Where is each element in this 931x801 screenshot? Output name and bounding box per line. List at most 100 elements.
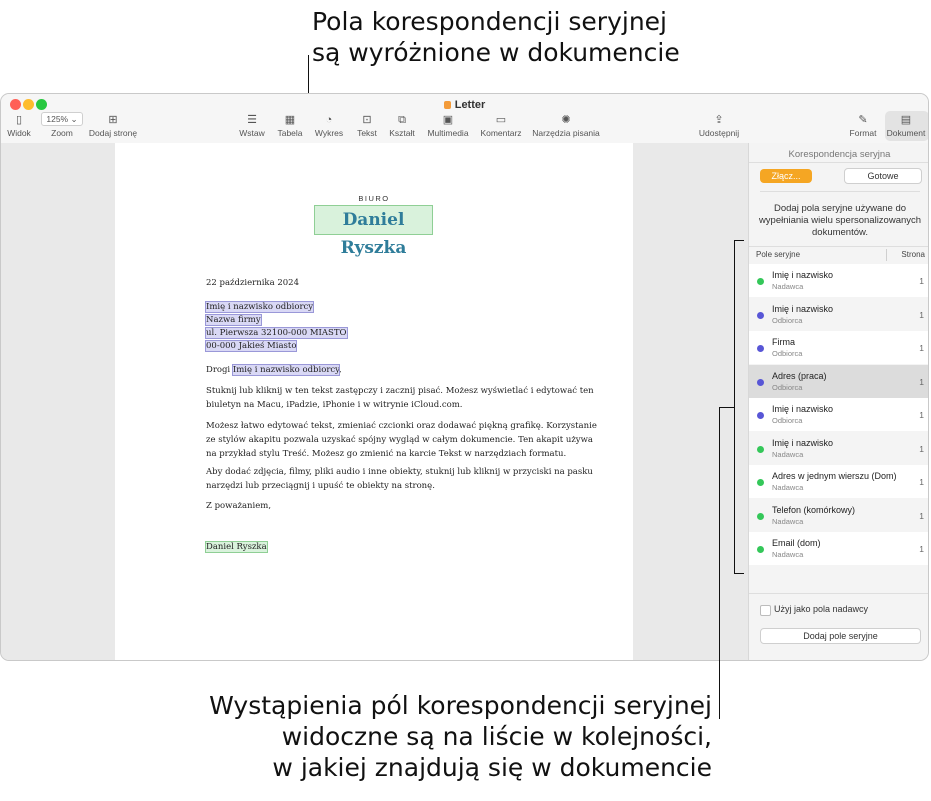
toolbar-writing-tools-label: Narzędzia pisania [532,128,600,138]
recipient-address2-field[interactable]: 00-000 Jakieś Miasto [204,339,298,353]
sidebar-title: Korespondencja seryjna [788,149,891,160]
done-button[interactable]: Gotowe [844,168,922,184]
recipient-address1-text: ul. Pierwsza 32100-000 MIASTO [205,327,348,339]
chart-icon: ◔ [325,114,333,126]
toolbar-comment-button[interactable]: ▭ Komentarz [480,114,521,138]
divider [749,162,928,163]
body-line: Możesz łatwo edytować tekst, zmieniać cz… [206,421,597,431]
merge-field-row[interactable]: Imię i nazwisko Nadawca 1 [749,431,928,465]
field-page: 1 [919,410,924,420]
letter-date: 22 października 2024 [206,278,299,288]
field-type-dot-icon [757,378,764,386]
toolbar-format-button[interactable]: ✎ Format [850,114,877,138]
toolbar-text-button[interactable]: ⊡ Tekst [357,114,377,138]
field-page: 1 [919,443,924,454]
header-page[interactable]: Strona [901,246,925,264]
field-name: Firma [772,337,795,347]
toolbar-table-button[interactable]: ▦ Tabela [277,114,302,138]
format-brush-icon: ✎ [858,114,868,126]
media-icon: ▣ [442,114,454,126]
field-role: Nadawca [772,483,804,492]
writing-tools-icon: ✺ [561,114,571,126]
merge-field-row[interactable]: Imię i nazwisko Odbiorca 1 [749,297,928,331]
toolbar-writing-tools-button[interactable]: ✺ Narzędzia pisania [532,114,600,138]
body-line: narzędzi lub przeciągnij i upuść te obie… [206,481,435,491]
toolbar-shape-button[interactable]: ⧉ Kształt [389,114,415,138]
field-type-dot-icon [757,345,764,352]
toolbar-zoom-label: Zoom [51,128,73,138]
field-type-dot-icon [757,546,764,553]
recipient-address2-text: 00-000 Jakieś Miasto [204,340,298,352]
sender-fields-checkbox[interactable] [760,605,771,616]
sidebar-description: Dodaj pola seryjne używane do wypełniani… [755,203,925,239]
field-role: Nadawca [772,550,804,559]
callout-bottom-line: widoczne są na liście w kolejności, [281,722,712,751]
field-name: Adres w jednym wierszu (Dom) [772,471,897,481]
field-role: Odbiorca [772,315,803,325]
field-page: 1 [919,343,924,353]
field-type-dot-icon [757,479,764,486]
header-field[interactable]: Pole seryjne [756,246,800,264]
field-type-dot-icon [757,512,764,520]
zoom-value: 125% ⌄ [41,112,83,126]
toolbar-view-button[interactable]: ▯ Widok [7,114,31,138]
recipient-name-field[interactable]: Imię i nazwisko odbiorcy [204,300,315,314]
description-line: wypełniania wielu spersonalizowanych [758,215,922,226]
merge-field-row[interactable]: Imię i nazwisko Odbiorca 1 [749,398,928,431]
divider [760,191,920,192]
toolbar-document-button[interactable]: ▤ Dokument [887,114,926,138]
toolbar-zoom-button[interactable]: 125% ⌄ Zoom [41,112,83,138]
toolbar-add-page-button[interactable]: ⊞ Dodaj stronę [89,114,137,138]
document-icon: ▤ [900,114,912,126]
field-name: Imię i nazwisko [772,404,834,414]
merge-field-row[interactable]: Adres w jednym wierszu (Dom) Nadawca 1 [749,465,928,498]
body-line: ze stylów akapitu pozwala uzyskać spójny… [206,435,593,445]
callout-bottom-leader-vertical [719,407,720,719]
sender-name-merge-field[interactable]: Daniel Ryszka [314,205,433,258]
toolbar-chart-button[interactable]: ◔ Wykres [315,114,343,138]
merge-field-row[interactable]: Imię i nazwisko Nadawca 1 [749,264,928,297]
add-merge-field-button[interactable]: Dodaj pole seryjne [760,628,921,644]
document-icon [443,101,451,109]
toolbar-insert-button[interactable]: ☰ Wstaw [239,114,265,138]
signature-field[interactable]: Daniel Ryszka [205,540,268,554]
body-line: Aby dodać zdjęcia, filmy, pliki audio i … [206,467,593,477]
merge-field-row[interactable]: Telefon (komórkowy) Nadawca 1 [749,498,928,532]
insert-icon: ☰ [247,114,257,126]
merge-field-row[interactable]: Adres (praca) Odbiorca 1 [749,364,928,398]
pages-window: Letter ▯ Widok 125% ⌄ Zoom ⊞ Dodaj stronę ☰… [0,93,929,661]
greeting-name-field[interactable]: Imię i nazwisko odbiorcy [231,364,340,376]
divider [749,593,928,594]
merge-button[interactable]: Złącz... [760,169,812,183]
recipient-company-field[interactable]: Nazwa firmy [205,313,262,327]
field-role: Odbiorca [772,382,803,392]
toolbar-chart-label: Wykres [314,128,344,138]
greeting-suffix: , [338,365,342,375]
toolbar-share-button[interactable]: ⇪ Udostępnij [699,114,739,138]
closing: Z poważaniem, [206,501,272,511]
field-role: Odbiorca [772,349,803,358]
field-type-dot-icon [757,311,764,319]
field-name: Imię i nazwisko [772,303,834,314]
window-title: Letter [1,99,928,111]
toolbar-media-label: Multimedia [427,128,469,138]
callout-bottom-line: w jakiej znajdują się w dokumencie [272,753,712,782]
toolbar-comment-label: Komentarz [480,128,522,138]
callout-bottom-line: Wystąpienia pól korespondencji seryjnej [209,691,712,720]
toolbar-table-label: Tabela [277,128,303,138]
signature-text: Daniel Ryszka [205,541,268,553]
callout-top: Pola korespondencji seryjnej są wyróżnio… [312,6,680,68]
toolbar-media-button[interactable]: ▣ Multimedia [427,114,468,138]
callout-bottom-bracket-bottom [734,573,744,574]
field-type-dot-icon [757,278,764,285]
merge-field-row[interactable]: Firma Odbiorca 1 [749,331,928,364]
field-role: Nadawca [772,282,804,291]
document-canvas: BIURO Daniel Ryszka 22 października 2024… [1,143,748,660]
merge-field-row[interactable]: Email (dom) Nadawca 1 [749,532,928,565]
body-line: biuletyn na Macu, iPadzie, iPhonie i w w… [206,400,463,410]
recipient-address1-field[interactable]: ul. Pierwsza 32100-000 MIASTO [205,326,348,340]
field-role: Nadawca [772,449,804,459]
letter-page[interactable]: BIURO Daniel Ryszka 22 października 2024… [115,143,633,660]
body-line: na przykład stylu Treść. Możesz go zmien… [206,449,567,459]
add-page-icon: ⊞ [108,114,118,126]
